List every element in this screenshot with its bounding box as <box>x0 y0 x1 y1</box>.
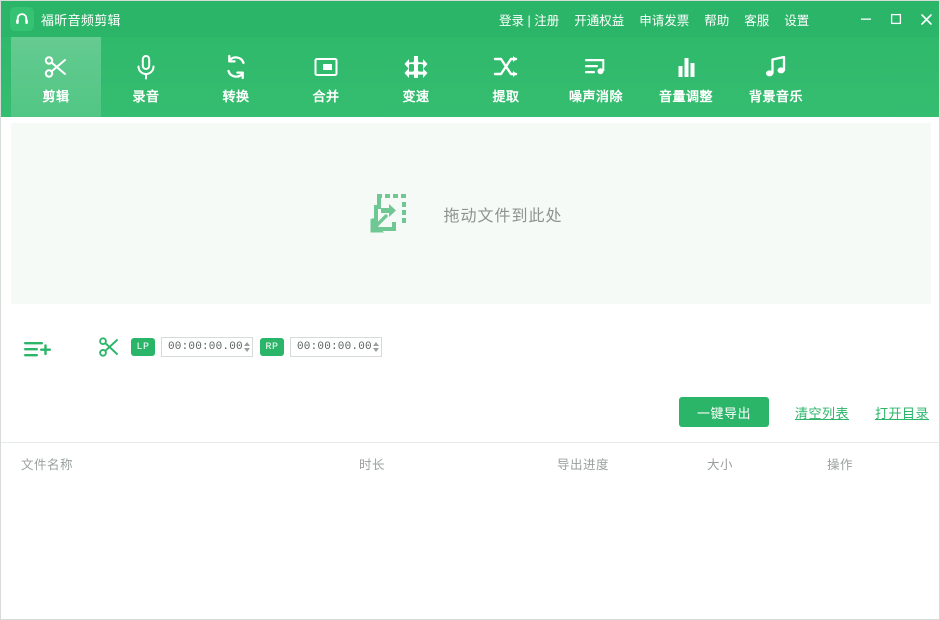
clear-list-link[interactable]: 清空列表 <box>795 403 849 422</box>
title-bar: 福昕音频剪辑 登录 | 注册 开通权益 申请发票 帮助 客服 设置 <box>1 1 940 37</box>
export-all-button[interactable]: 一键导出 <box>679 397 769 427</box>
minimize-button[interactable] <box>851 1 881 37</box>
add-to-list-icon <box>23 335 51 363</box>
speed-cross-icon <box>401 50 431 84</box>
merge-square-icon <box>311 50 341 84</box>
stepper-down-icon <box>373 348 379 352</box>
drop-zone-label: 拖动文件到此处 <box>443 202 562 226</box>
app-title: 福昕音频剪辑 <box>41 10 121 29</box>
close-icon <box>920 13 933 26</box>
column-header-filename: 文件名称 <box>21 454 73 473</box>
headphones-icon <box>14 11 30 27</box>
tab-label-edit: 剪辑 <box>42 86 69 105</box>
bar-levels-icon <box>671 50 701 84</box>
microphone-icon <box>131 50 161 84</box>
shuffle-extract-icon <box>491 50 521 84</box>
column-header-duration: 时长 <box>359 454 385 473</box>
tab-label-background-music: 背景音乐 <box>749 86 803 105</box>
right-point-stepper[interactable] <box>372 338 381 356</box>
open-directory-link[interactable]: 打开目录 <box>875 403 929 422</box>
stepper-down-icon <box>244 348 250 352</box>
tab-label-convert: 转换 <box>222 86 249 105</box>
tab-record[interactable]: 录音 <box>101 37 191 117</box>
tab-merge[interactable]: 合并 <box>281 37 371 117</box>
menu-invoice[interactable]: 申请发票 <box>639 10 689 29</box>
noise-reduce-icon <box>581 50 611 84</box>
tab-background-music[interactable]: 背景音乐 <box>731 37 821 117</box>
column-header-size: 大小 <box>707 454 733 473</box>
drop-zone-content: 拖动文件到此处 <box>363 187 562 241</box>
scissors-icon <box>41 50 71 84</box>
menu-support[interactable]: 客服 <box>744 10 769 29</box>
tab-edit[interactable]: 剪辑 <box>11 37 101 117</box>
file-drop-zone[interactable]: 拖动文件到此处 <box>11 123 931 304</box>
right-point-badge: RP <box>260 338 284 356</box>
tab-label-speed: 变速 <box>402 86 429 105</box>
export-actions: 一键导出 清空列表 打开目录 <box>679 397 929 427</box>
left-point-stepper[interactable] <box>243 338 252 356</box>
tab-label-record: 录音 <box>132 86 159 105</box>
music-note-icon <box>761 50 791 84</box>
left-point-badge: LP <box>131 338 155 356</box>
stepper-up-icon <box>244 342 250 346</box>
right-point-time-field[interactable]: 00:00:00.00 <box>290 337 382 357</box>
left-point-time-field[interactable]: 00:00:00.00 <box>161 337 253 357</box>
file-table-body <box>1 480 940 620</box>
tab-label-noise-reduce: 噪声消除 <box>569 86 623 105</box>
feature-tab-bar: 剪辑 录音 转换 <box>1 37 940 117</box>
window-controls <box>851 1 940 37</box>
menu-login-register[interactable]: 登录 | 注册 <box>499 10 559 29</box>
application-window: 福昕音频剪辑 登录 | 注册 开通权益 申请发票 帮助 客服 设置 <box>0 0 940 620</box>
right-point-time-value[interactable]: 00:00:00.00 <box>291 341 372 353</box>
stepper-up-icon <box>373 342 379 346</box>
tab-label-extract: 提取 <box>492 86 519 105</box>
menu-benefits[interactable]: 开通权益 <box>574 10 624 29</box>
titlebar-menu: 登录 | 注册 开通权益 申请发票 帮助 客服 设置 <box>499 1 824 37</box>
menu-settings[interactable]: 设置 <box>784 10 809 29</box>
menu-help[interactable]: 帮助 <box>704 10 729 29</box>
tab-label-merge: 合并 <box>312 86 339 105</box>
tab-convert[interactable]: 转换 <box>191 37 281 117</box>
tab-label-volume-adjust: 音量调整 <box>659 86 713 105</box>
left-point-time-value[interactable]: 00:00:00.00 <box>162 341 243 353</box>
maximize-button[interactable] <box>881 1 911 37</box>
drag-drop-arrow-icon <box>363 187 417 241</box>
maximize-icon <box>890 13 902 25</box>
tab-speed[interactable]: 变速 <box>371 37 461 117</box>
cut-button[interactable] <box>97 335 121 359</box>
close-button[interactable] <box>911 1 940 37</box>
tab-extract[interactable]: 提取 <box>461 37 551 117</box>
file-table-header: 文件名称 时长 导出进度 大小 操作 <box>1 442 940 482</box>
scissors-cut-icon <box>97 335 121 359</box>
column-header-actions: 操作 <box>827 454 853 473</box>
add-to-list-button[interactable] <box>23 335 51 363</box>
refresh-convert-icon <box>221 50 251 84</box>
tab-noise-reduce[interactable]: 噪声消除 <box>551 37 641 117</box>
tab-volume-adjust[interactable]: 音量调整 <box>641 37 731 117</box>
minimize-icon <box>860 13 872 25</box>
column-header-progress: 导出进度 <box>557 454 609 473</box>
app-logo <box>10 7 34 31</box>
